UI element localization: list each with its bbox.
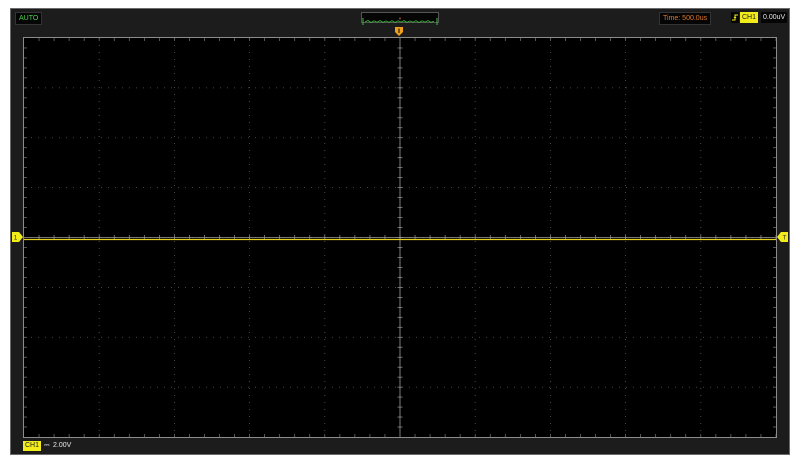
ch1-ground-marker[interactable]: 1 xyxy=(12,232,23,242)
ch1-volts-per-div: 2.00V xyxy=(53,442,72,449)
waveform-display[interactable] xyxy=(23,37,777,438)
oscilloscope-window: AUTO Time: 500.0us CH1 0.00uV 1 T CH1 ⎓ … xyxy=(10,8,790,455)
ch1-coupling-icon: ⎓ xyxy=(44,442,50,449)
waveform-grid xyxy=(24,38,776,437)
ch1-channel-badge[interactable]: CH1 xyxy=(23,441,42,451)
trigger-mode-label[interactable]: AUTO xyxy=(15,12,43,25)
memory-position-bar[interactable] xyxy=(361,12,439,25)
center-axes xyxy=(24,38,776,437)
trigger-channel-badge[interactable]: CH1 xyxy=(740,12,759,23)
time-base-label[interactable]: Time: 500.0us xyxy=(659,12,712,25)
trigger-level-marker[interactable]: T xyxy=(777,232,788,242)
trigger-level-readout: 0.00uV xyxy=(761,12,788,23)
memory-waveform-preview xyxy=(362,17,438,25)
trigger-rising-edge-icon xyxy=(731,12,739,23)
svg-text:T: T xyxy=(783,236,787,242)
trigger-position-marker[interactable] xyxy=(394,27,404,37)
